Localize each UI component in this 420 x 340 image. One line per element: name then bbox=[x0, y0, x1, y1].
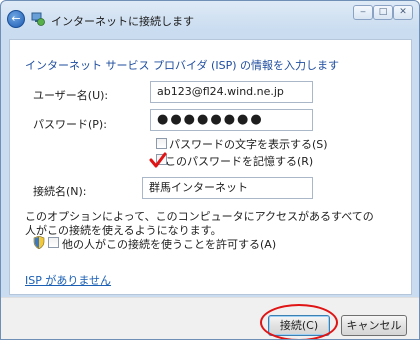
password-label: パスワード(P): bbox=[33, 118, 107, 131]
shield-icon bbox=[33, 236, 45, 249]
close-button[interactable]: ✕ bbox=[393, 5, 413, 20]
title-bar: ← インターネットに接続します ‒ □ ✕ bbox=[1, 1, 419, 37]
cancel-button[interactable]: キャンセル bbox=[341, 315, 407, 336]
allow-others-checkbox[interactable] bbox=[48, 237, 59, 248]
dialog-window: ← インターネットに接続します ‒ □ ✕ インターネット サービス プロバイダ… bbox=[0, 0, 420, 340]
option-description: このオプションによって、このコンピュータにアクセスがあるすべての人がこの接続を使… bbox=[25, 210, 374, 237]
allow-others-label: 他の人がこの接続を使うことを許可する(A) bbox=[62, 238, 277, 251]
maximize-button[interactable]: □ bbox=[373, 5, 393, 20]
page-heading: インターネット サービス プロバイダ (ISP) の情報を入力します bbox=[25, 59, 339, 72]
window-title: インターネットに接続します bbox=[51, 15, 194, 28]
remember-password-label: このパスワードを記憶する(R) bbox=[165, 155, 314, 168]
back-button[interactable]: ← bbox=[7, 10, 25, 28]
username-field[interactable]: ab123@fl24.wind.ne.jp bbox=[150, 81, 313, 103]
password-field[interactable]: ●●●●●●●● bbox=[150, 109, 313, 131]
show-password-label: パスワードの文字を表示する(S) bbox=[169, 138, 328, 151]
network-icon bbox=[31, 12, 45, 26]
connection-name-label: 接続名(N): bbox=[33, 185, 87, 198]
username-label: ユーザー名(U): bbox=[33, 89, 109, 102]
no-isp-link[interactable]: ISP がありません bbox=[25, 272, 111, 288]
connect-button[interactable]: 接続(C) bbox=[268, 315, 330, 336]
connection-name-field[interactable]: 群馬インターネット bbox=[142, 177, 313, 199]
minimize-button[interactable]: ‒ bbox=[353, 5, 373, 20]
show-password-checkbox[interactable] bbox=[156, 138, 167, 149]
